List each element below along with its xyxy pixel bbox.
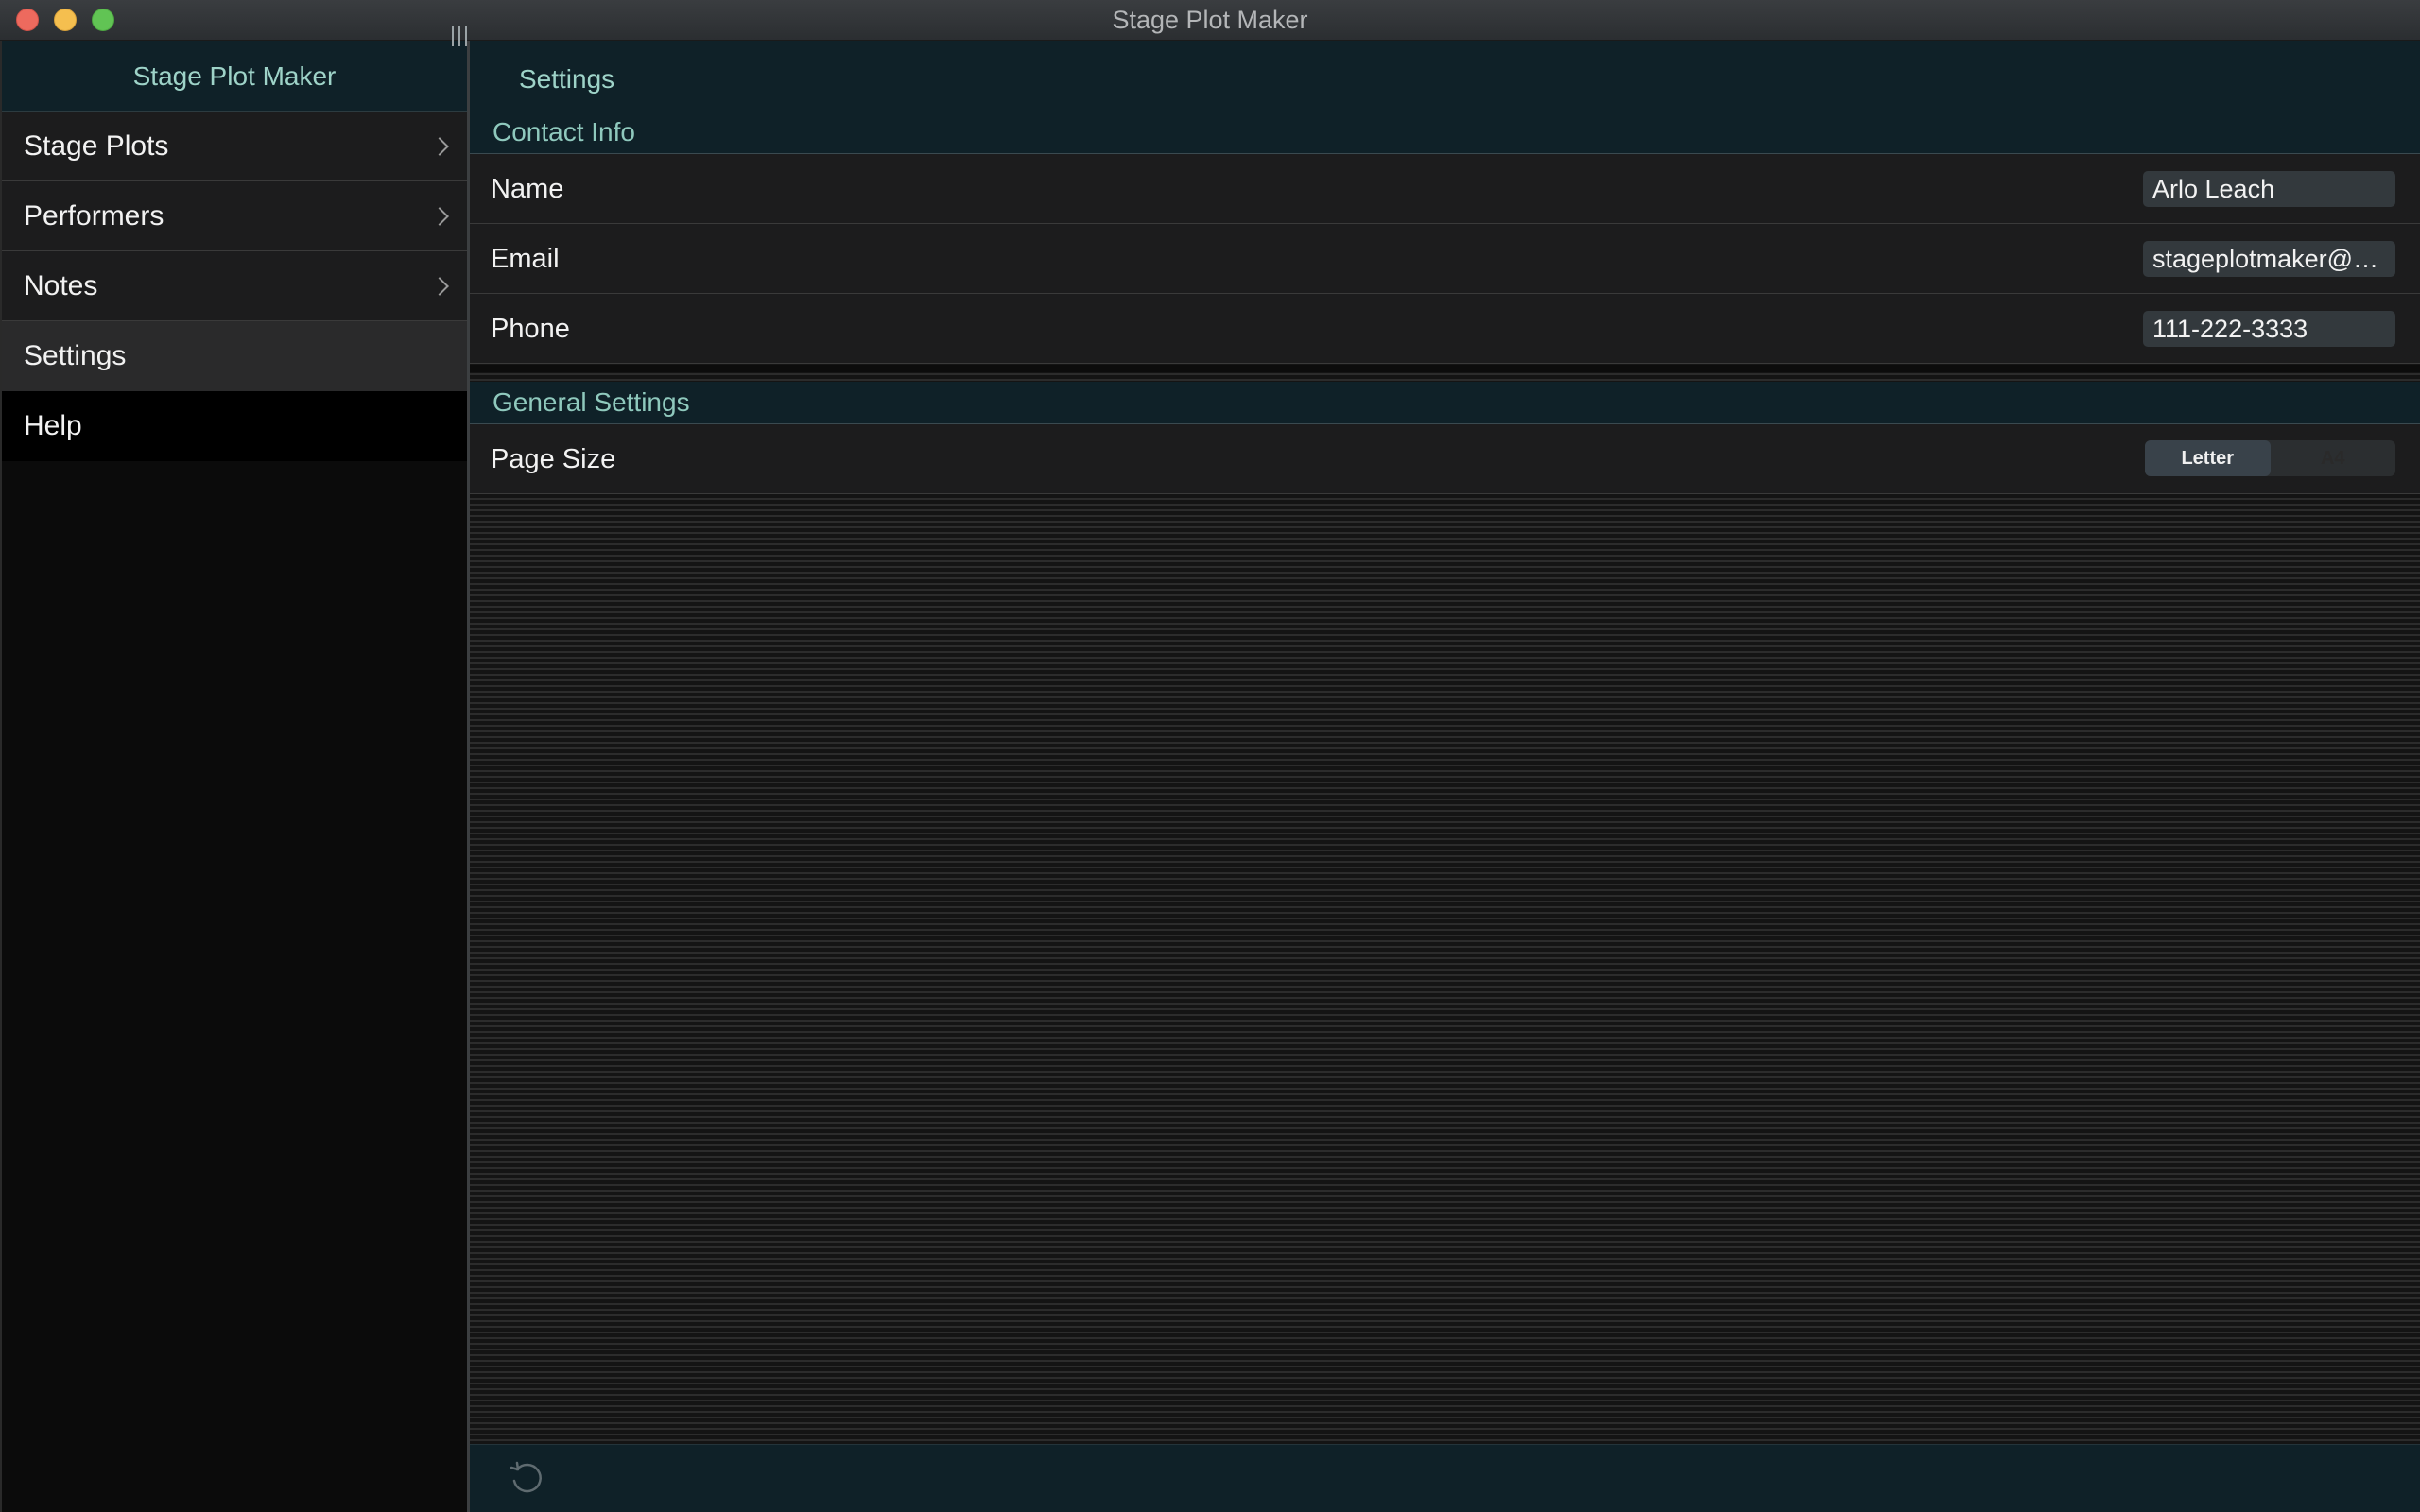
sidebar-header: Stage Plot Maker	[2, 41, 467, 112]
sidebar-title: Stage Plot Maker	[132, 61, 337, 91]
sidebar-nav: Stage Plots Performers Notes Settings He…	[2, 112, 467, 461]
sidebar-item-label: Help	[24, 410, 82, 441]
email-row: Email stageplotmaker@ar...	[470, 224, 2420, 294]
page-size-row: Page Size Letter A4	[470, 424, 2420, 494]
name-label: Name	[491, 174, 564, 204]
sidebar-item-stage-plots[interactable]: Stage Plots	[2, 112, 467, 181]
email-field[interactable]: stageplotmaker@ar...	[2143, 241, 2395, 277]
name-row: Name Arlo Leach	[470, 154, 2420, 224]
sidebar: Stage Plot Maker Stage Plots Performers …	[0, 41, 467, 1512]
chevron-right-icon	[430, 277, 449, 296]
sidebar-item-notes[interactable]: Notes	[2, 251, 467, 321]
section-header-contact-info: Contact Info	[470, 112, 2420, 154]
chevron-right-icon	[430, 207, 449, 226]
undo-icon[interactable]	[508, 1460, 545, 1498]
section-title: General Settings	[493, 387, 690, 417]
phone-field[interactable]: 111-222-3333	[2143, 311, 2395, 347]
section-separator	[470, 365, 2420, 372]
sidebar-item-label: Settings	[24, 340, 127, 371]
page-size-option-letter[interactable]: Letter	[2145, 440, 2271, 476]
app-window: Stage Plot Maker Stage Plot Maker Stage …	[0, 0, 2420, 1512]
page-size-segmented-control: Letter A4	[2145, 440, 2395, 476]
sidebar-item-label: Notes	[24, 270, 98, 301]
title-bar: Stage Plot Maker	[0, 0, 2420, 41]
name-field[interactable]: Arlo Leach	[2143, 171, 2395, 207]
main-pane: Settings Contact Info Name Arlo Leach Em…	[470, 41, 2420, 1512]
sidebar-item-help[interactable]: Help	[2, 391, 467, 461]
section-header-general-settings: General Settings	[470, 382, 2420, 424]
page-size-option-a4[interactable]: A4	[2271, 440, 2396, 476]
sidebar-item-label: Performers	[24, 200, 164, 232]
phone-label: Phone	[491, 314, 570, 344]
phone-row: Phone 111-222-3333	[470, 294, 2420, 364]
email-label: Email	[491, 244, 560, 274]
page-size-label: Page Size	[491, 444, 616, 474]
main-header: Settings	[470, 41, 2420, 112]
sidebar-item-settings[interactable]: Settings	[2, 321, 467, 391]
split-view-resize-handle[interactable]	[452, 23, 482, 49]
page-title: Settings	[519, 64, 615, 94]
chevron-right-icon	[430, 137, 449, 156]
sidebar-item-performers[interactable]: Performers	[2, 181, 467, 251]
window-title: Stage Plot Maker	[1112, 6, 1308, 34]
sidebar-item-label: Stage Plots	[24, 130, 169, 162]
bottom-toolbar	[470, 1444, 2420, 1512]
section-title: Contact Info	[493, 117, 635, 146]
